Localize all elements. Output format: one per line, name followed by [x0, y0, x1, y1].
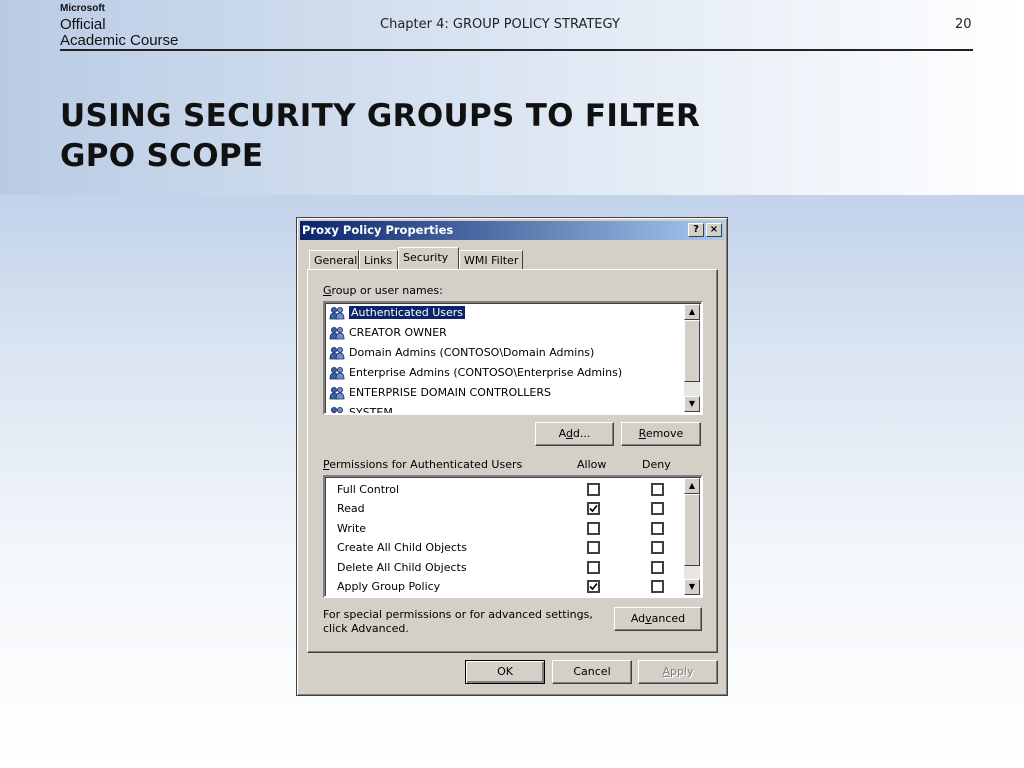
- group-list-item[interactable]: Enterprise Admins (CONTOSO\Enterprise Ad…: [329, 364, 681, 382]
- group-name: ENTERPRISE DOMAIN CONTROLLERS: [349, 386, 551, 399]
- user-group-icon: [329, 346, 346, 360]
- proxy-policy-properties-dialog: Proxy Policy Properties ? × General Link…: [296, 217, 728, 696]
- permission-row: Apply Group Policy: [337, 577, 677, 596]
- apply-button[interactable]: Apply: [638, 660, 718, 684]
- dialog-titlebar[interactable]: Proxy Policy Properties ? ×: [300, 221, 724, 240]
- allow-checkbox[interactable]: [587, 560, 600, 574]
- chapter-heading: Chapter 4: GROUP POLICY STRATEGY: [380, 17, 620, 32]
- allow-checkbox[interactable]: [587, 521, 600, 535]
- deny-checkbox[interactable]: [651, 483, 664, 496]
- tab-general[interactable]: General: [309, 250, 359, 269]
- microsoft-official-academic-course-logo: Microsoft Official Academic Course: [60, 3, 179, 49]
- cancel-button[interactable]: Cancel: [552, 660, 632, 684]
- group-name: Authenticated Users: [349, 306, 466, 319]
- user-group-icon: [329, 406, 346, 413]
- page-number: 20: [955, 17, 972, 32]
- logo-microsoft: Microsoft: [60, 3, 105, 14]
- group-name: CREATOR OWNER: [349, 326, 447, 339]
- deny-checkbox[interactable]: [651, 580, 664, 593]
- permission-row: Create All Child Objects: [337, 538, 677, 557]
- scroll-down-button[interactable]: ▼: [684, 579, 700, 595]
- groups-label: Group or user names:: [323, 284, 443, 297]
- allow-checkbox[interactable]: [587, 483, 600, 496]
- tab-wmi-filter[interactable]: WMI Filter: [459, 250, 523, 269]
- permissions-listbox[interactable]: Full Control Read Write Create All Child Ob…: [323, 475, 703, 598]
- permissions-scrollbar[interactable]: ▲ ▼: [684, 478, 700, 595]
- tab-links[interactable]: Links: [359, 250, 398, 269]
- deny-checkbox[interactable]: [651, 541, 664, 555]
- permission-name: Create All Child Objects: [337, 541, 467, 555]
- group-name: Enterprise Admins (CONTOSO\Enterprise Ad…: [349, 366, 623, 379]
- group-list-item[interactable]: SYSTEM: [329, 404, 681, 415]
- permission-name: Write: [337, 521, 367, 535]
- help-button[interactable]: ?: [688, 223, 704, 237]
- group-name: Domain Admins (CONTOSO\Domain Admins): [349, 346, 595, 359]
- allow-checkbox[interactable]: [587, 502, 600, 516]
- user-group-icon: [329, 326, 346, 340]
- deny-checkbox[interactable]: [651, 521, 664, 535]
- logo-official: Official: [60, 16, 106, 33]
- scroll-down-button[interactable]: ▼: [684, 396, 700, 412]
- tab-security[interactable]: Security: [398, 247, 459, 269]
- security-tab-panel: Group or user names: Authenticated Users…: [307, 269, 718, 653]
- close-button[interactable]: ×: [706, 223, 722, 237]
- logo-academic-course: Academic Course: [60, 32, 179, 49]
- ok-button[interactable]: OK: [465, 660, 545, 684]
- permission-name: Apply Group Policy: [337, 580, 441, 593]
- allow-checkbox[interactable]: [587, 541, 600, 555]
- header-divider: [60, 49, 973, 51]
- permissions-label: Permissions for Authenticated Users: [323, 458, 523, 471]
- add-button[interactable]: Add...: [535, 422, 614, 446]
- permission-name: Delete All Child Objects: [337, 560, 467, 574]
- group-list-item[interactable]: CREATOR OWNER: [329, 324, 681, 342]
- deny-checkbox[interactable]: [651, 502, 664, 516]
- slide-title: USING SECURITY GROUPS TO FILTER GPO SCOP…: [60, 96, 820, 176]
- permission-row: Read: [337, 499, 677, 518]
- permission-name: Read: [337, 502, 365, 516]
- remove-button[interactable]: Remove: [621, 422, 701, 446]
- permission-name: Full Control: [337, 483, 400, 496]
- user-group-icon: [329, 306, 346, 320]
- group-list-item[interactable]: ENTERPRISE DOMAIN CONTROLLERS: [329, 384, 681, 402]
- scroll-up-button[interactable]: ▲: [684, 304, 700, 320]
- dialog-title: Proxy Policy Properties: [302, 223, 454, 237]
- permission-row: Delete All Child Objects: [337, 558, 677, 577]
- group-list-item[interactable]: Authenticated Users: [329, 304, 681, 322]
- slide-title-line-2: GPO SCOPE: [60, 138, 264, 174]
- special-permissions-note-line-2: click Advanced.: [323, 622, 409, 635]
- special-permissions-note-line-1: For special permissions or for advanced …: [323, 608, 593, 621]
- permission-row: Full Control: [337, 480, 677, 499]
- deny-header: Deny: [642, 458, 671, 471]
- allow-header: Allow: [577, 458, 607, 471]
- group-list-item[interactable]: Domain Admins (CONTOSO\Domain Admins): [329, 344, 681, 362]
- slide-title-line-1: USING SECURITY GROUPS TO FILTER: [60, 98, 701, 134]
- allow-checkbox[interactable]: [587, 580, 600, 593]
- user-group-icon: [329, 366, 346, 380]
- advanced-button[interactable]: Advanced: [614, 607, 702, 631]
- user-group-icon: [329, 386, 346, 400]
- deny-checkbox[interactable]: [651, 560, 664, 574]
- groups-scrollbar[interactable]: ▲ ▼: [684, 304, 700, 412]
- scroll-thumb[interactable]: [684, 320, 700, 382]
- scroll-thumb[interactable]: [684, 494, 700, 566]
- scroll-up-button[interactable]: ▲: [684, 478, 700, 494]
- group-name: SYSTEM: [349, 406, 393, 415]
- permission-row: Write: [337, 519, 677, 538]
- group-user-names-listbox[interactable]: Authenticated Users CREATOR OWNER Domain A…: [323, 301, 703, 415]
